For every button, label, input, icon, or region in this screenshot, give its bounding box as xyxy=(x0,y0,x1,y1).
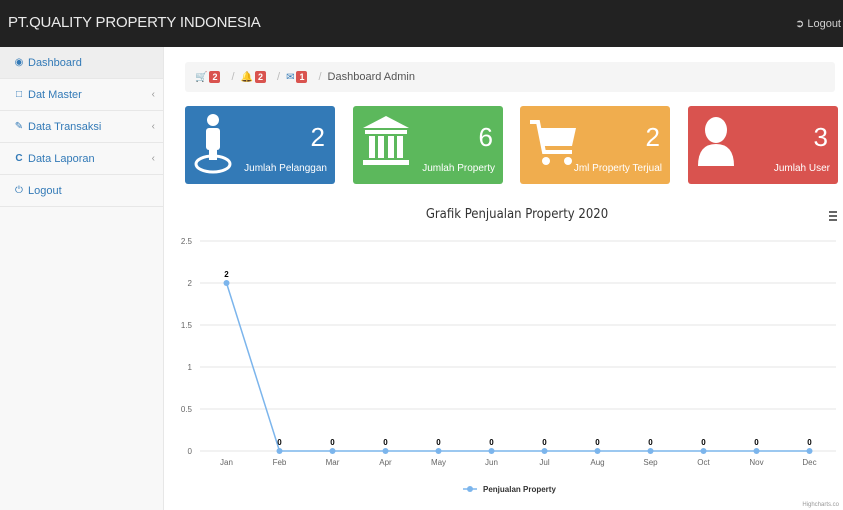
chevron-left-icon: ‹ xyxy=(151,121,155,132)
data-point[interactable] xyxy=(488,448,495,454)
x-tick-label: Jul xyxy=(539,458,549,467)
legend-marker xyxy=(467,486,473,492)
data-point[interactable] xyxy=(647,448,654,454)
data-point[interactable] xyxy=(435,448,442,454)
cart-count-badge[interactable]: 2 xyxy=(209,71,221,83)
edit-icon: ✎ xyxy=(14,121,24,132)
data-point[interactable] xyxy=(223,280,230,286)
stat-value: 2 xyxy=(645,122,660,152)
data-label: 0 xyxy=(595,438,600,447)
power-icon: ⏻ xyxy=(15,185,23,196)
x-tick-label: Nov xyxy=(749,458,763,467)
bell-icon[interactable]: 🔔 xyxy=(241,72,253,83)
dashboard-icon: ◉ xyxy=(14,57,24,68)
x-tick-label: Jun xyxy=(485,458,498,467)
stat-card-pelanggan[interactable]: 2 Jumlah Pelanggan xyxy=(185,106,335,184)
data-label: 0 xyxy=(648,438,653,447)
breadcrumb-separator: / xyxy=(277,71,281,83)
y-tick-label: 0.5 xyxy=(181,405,193,414)
data-label: 0 xyxy=(330,438,335,447)
x-tick-label: Feb xyxy=(273,458,287,467)
bank-icon xyxy=(363,116,409,165)
legend-label: Penjualan Property xyxy=(483,485,556,494)
data-label: 0 xyxy=(277,438,282,447)
stat-value: 6 xyxy=(478,122,493,152)
stat-label: Jml Property Terjual xyxy=(573,163,662,174)
sidebar-item-label: Dashboard xyxy=(28,56,82,69)
data-label: 0 xyxy=(701,438,706,447)
mail-count-badge[interactable]: 1 xyxy=(296,71,308,83)
y-tick-label: 0 xyxy=(188,447,193,456)
data-label: 2 xyxy=(224,270,229,279)
data-label: 0 xyxy=(754,438,759,447)
stat-card-terjual[interactable]: 2 Jml Property Terjual xyxy=(520,106,670,184)
top-logout-link[interactable]: ➲ Logout xyxy=(795,17,841,30)
sidebar: ◉ Dashboard □ Dat Master ‹ ✎ Data Transa… xyxy=(0,47,164,510)
data-label: 0 xyxy=(383,438,388,447)
cart-icon[interactable]: 🛒 xyxy=(195,72,207,83)
x-tick-label: Apr xyxy=(379,458,392,467)
y-tick-label: 1 xyxy=(188,363,193,372)
app-title[interactable]: PT.QUALITY PROPERTY INDONESIA xyxy=(8,14,261,31)
stat-card-user[interactable]: 3 Jumlah User xyxy=(688,106,838,184)
sidebar-item-data-laporan[interactable]: C Data Laporan ‹ xyxy=(0,143,163,175)
y-tick-label: 1.5 xyxy=(181,321,193,330)
laptop-icon: □ xyxy=(15,89,23,100)
top-navbar: PT.QUALITY PROPERTY INDONESIA ➲ Logout xyxy=(0,0,843,47)
data-label: 0 xyxy=(542,438,547,447)
breadcrumb-separator: / xyxy=(318,71,322,83)
x-tick-label: Jan xyxy=(220,458,233,467)
sign-out-icon: ➲ xyxy=(795,18,805,30)
y-tick-label: 2.5 xyxy=(181,237,193,246)
sales-line-chart: Grafik Penjualan Property 2020 0 0.5 1 1.5 2 2… xyxy=(181,207,840,508)
mail-icon[interactable]: ✉ xyxy=(286,72,294,83)
x-tick-label: Dec xyxy=(802,458,816,467)
stat-label: Jumlah User xyxy=(773,163,830,174)
data-point[interactable] xyxy=(594,448,601,454)
stat-value: 2 xyxy=(310,122,325,152)
chevron-left-icon: ‹ xyxy=(151,89,155,100)
breadcrumb: 🛒 2 / 🔔 2 / ✉ 1 / Dashboard Admin xyxy=(185,62,835,92)
x-tick-label: Sep xyxy=(643,458,658,467)
chart-credits: Highcharts.co xyxy=(802,502,839,508)
sidebar-item-label: Dat Master xyxy=(28,88,82,101)
refresh-icon: C xyxy=(15,153,23,164)
x-tick-label: May xyxy=(431,458,446,467)
x-tick-label: Oct xyxy=(697,458,710,467)
top-logout-label: Logout xyxy=(807,18,841,30)
sidebar-item-logout[interactable]: ⏻ Logout xyxy=(0,175,163,207)
data-point[interactable] xyxy=(276,448,283,454)
stat-label: Jumlah Pelanggan xyxy=(244,163,327,174)
person-icon xyxy=(698,117,734,166)
sidebar-item-data-transaksi[interactable]: ✎ Data Transaksi ‹ xyxy=(0,111,163,143)
y-tick-label: 2 xyxy=(188,279,193,288)
data-point[interactable] xyxy=(329,448,336,454)
chart-title: Grafik Penjualan Property 2020 xyxy=(426,207,608,222)
stat-value: 3 xyxy=(813,122,828,152)
data-point[interactable] xyxy=(382,448,389,454)
breadcrumb-current: Dashboard Admin xyxy=(327,71,415,83)
cart-icon xyxy=(530,120,576,165)
data-label: 0 xyxy=(489,438,494,447)
sidebar-item-label: Logout xyxy=(28,184,62,197)
bell-count-badge[interactable]: 2 xyxy=(254,71,266,83)
chevron-left-icon: ‹ xyxy=(151,153,155,164)
data-point[interactable] xyxy=(541,448,548,454)
data-point[interactable] xyxy=(806,448,813,454)
stat-label: Jumlah Property xyxy=(422,163,495,174)
data-point[interactable] xyxy=(753,448,760,454)
sidebar-item-label: Data Transaksi xyxy=(28,120,102,133)
data-label: 0 xyxy=(436,438,441,447)
x-tick-label: Mar xyxy=(326,458,340,467)
data-point[interactable] xyxy=(700,448,707,454)
sidebar-item-dashboard[interactable]: ◉ Dashboard xyxy=(0,47,163,79)
sidebar-item-dat-master[interactable]: □ Dat Master ‹ xyxy=(0,79,163,111)
data-label: 0 xyxy=(807,438,812,447)
sidebar-item-label: Data Laporan xyxy=(28,152,95,165)
user-icon xyxy=(194,114,232,174)
chart-menu-icon[interactable] xyxy=(829,211,837,221)
x-tick-label: Aug xyxy=(590,458,604,467)
breadcrumb-separator: / xyxy=(231,71,235,83)
stat-card-property[interactable]: 6 Jumlah Property xyxy=(353,106,503,184)
